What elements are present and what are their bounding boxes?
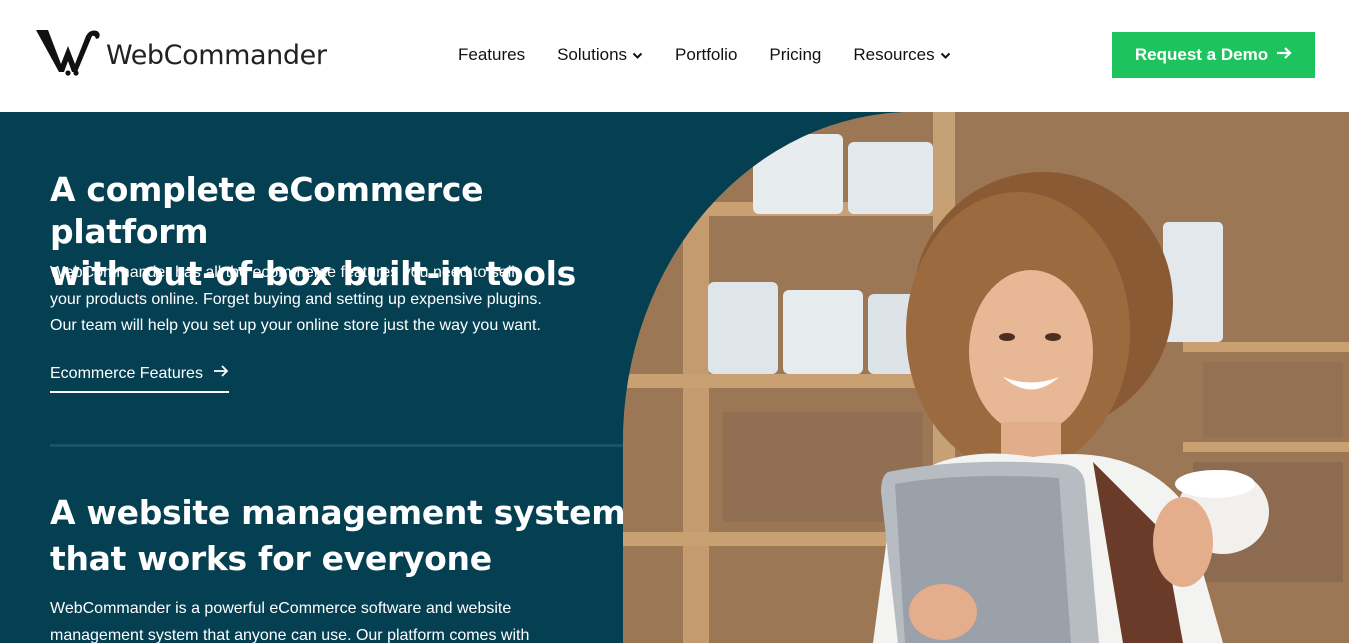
paragraph-line: management system that anyone can use. O… [50,626,530,643]
heading-line: A complete eCommerce platform [50,170,484,251]
arrow-right-icon [213,364,229,383]
main-nav: Features Solutions Portfolio Pricing Res… [458,45,983,65]
hero-photo [623,112,1349,643]
heading-line: A website management system [50,493,626,532]
nav-item-label: Portfolio [675,45,738,64]
brand-name: WebCommander [106,39,327,71]
heading-line: that works for everyone [50,539,492,578]
chevron-down-icon [940,45,951,65]
arrow-right-icon [1276,45,1292,65]
section-divider [50,444,623,447]
nav-item-label: Features [458,45,526,64]
hero-paragraph-website-management: WebCommander is a powerful eCommerce sof… [50,596,570,643]
paragraph-line: your products online. Forget buying and … [50,290,542,308]
webcommander-w-cart-icon [36,30,100,76]
request-demo-label: Request a Demo [1134,45,1269,64]
nav-item-resources[interactable]: Resources [853,45,950,65]
chevron-down-icon [632,45,643,65]
site-header: WebCommander Features Solutions Portfoli… [0,0,1349,112]
hero-paragraph-ecommerce: WebCommander has all the ecommerce featu… [50,260,570,340]
brand-logo[interactable]: WebCommander [34,26,327,76]
nav-item-portfolio[interactable]: Portfolio [675,45,737,65]
nav-item-features[interactable]: Features [458,45,525,65]
nav-item-label: Solutions [557,45,628,64]
paragraph-line: Our team will help you set up your onlin… [50,317,541,334]
hero-heading-website-management: A website management system that works f… [50,490,630,582]
nav-item-label: Resources [853,45,935,64]
nav-item-label: Pricing [769,45,822,64]
hero-section: A complete eCommerce platform with out-o… [0,112,1349,643]
nav-item-pricing[interactable]: Pricing [769,45,821,65]
paragraph-line: WebCommander is a powerful eCommerce sof… [50,600,512,617]
nav-item-solutions[interactable]: Solutions [557,45,643,65]
ecommerce-features-label: Ecommerce Features [50,364,203,382]
request-demo-button[interactable]: Request a Demo [1112,32,1315,78]
paragraph-line: WebCommander has all the ecommerce featu… [50,264,515,281]
ecommerce-features-link[interactable]: Ecommerce Features [50,364,229,393]
